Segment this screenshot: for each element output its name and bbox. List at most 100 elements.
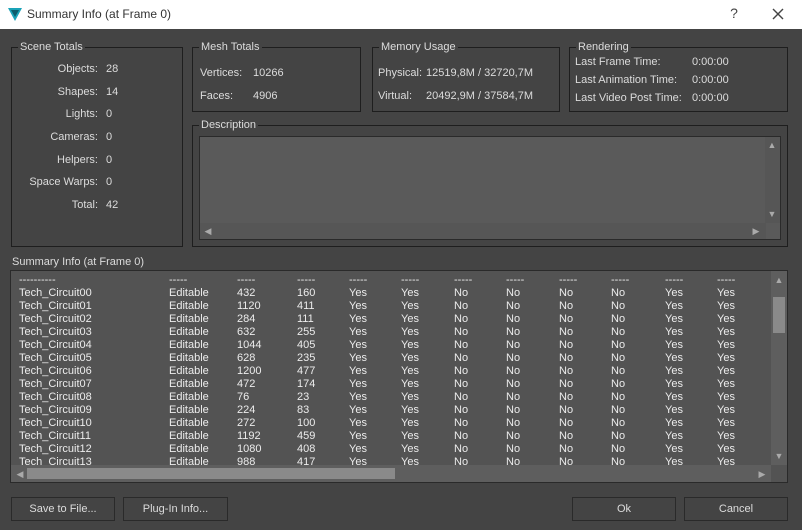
table-row[interactable]: Tech_Circuit07 Editable 472 174 Yes Yes No No No…: [11, 378, 771, 391]
vertices-value: 10266: [253, 67, 284, 79]
table-cell: Yes: [717, 326, 735, 338]
table-cell: Yes: [665, 313, 683, 325]
table-cell: No: [454, 391, 469, 403]
table-cell: Yes: [401, 378, 419, 390]
table-cell: No: [506, 300, 521, 312]
table-row[interactable]: Tech_Circuit02 Editable 284 111 Yes Yes No No No…: [11, 313, 771, 326]
table-cell: No: [454, 326, 469, 338]
table-cell: No: [454, 378, 469, 390]
table-cell: No: [454, 404, 469, 416]
table-cell: Yes: [665, 352, 683, 364]
table-cell: 23: [297, 391, 310, 403]
scroll-up-icon[interactable]: ▲: [774, 275, 784, 285]
physical-label: Physical:: [378, 67, 423, 79]
table-cell: 76: [237, 391, 250, 403]
scroll-up-icon[interactable]: ▲: [767, 140, 777, 150]
scene-totals-value: 28: [106, 63, 119, 75]
table-cell: No: [559, 443, 574, 455]
table-cell: Yes: [349, 391, 367, 403]
table-cell: -----: [169, 274, 188, 286]
close-icon[interactable]: [768, 4, 788, 24]
table-row[interactable]: Tech_Circuit09 Editable 224 83 Yes Yes No No No N…: [11, 404, 771, 417]
table-cell: Yes: [717, 287, 735, 299]
table-cell: Editable: [169, 300, 209, 312]
table-cell: Yes: [717, 352, 735, 364]
summary-info-title: Summary Info (at Frame 0): [12, 256, 145, 268]
table-cell: No: [611, 313, 626, 325]
table-cell: No: [506, 313, 521, 325]
table-cell: No: [611, 378, 626, 390]
table-cell: Yes: [349, 326, 367, 338]
scene-totals-value: 0: [106, 154, 113, 166]
table-cell: Tech_Circuit04: [19, 339, 92, 351]
cancel-button[interactable]: Cancel: [684, 497, 788, 521]
scroll-left-icon[interactable]: ◀: [15, 469, 25, 479]
table-cell: 111: [297, 313, 314, 325]
table-cell: Yes: [349, 378, 367, 390]
summary-horizontal-scrollbar[interactable]: ◀ ▶: [11, 465, 771, 482]
table-row[interactable]: Tech_Circuit08 Editable 76 23 Yes Yes No No No No…: [11, 391, 771, 404]
table-cell: Yes: [717, 443, 735, 455]
separator-row[interactable]: ---------- ----- ----- ----- ----- ----- -----…: [11, 274, 771, 287]
table-cell: Yes: [401, 300, 419, 312]
table-cell: No: [611, 404, 626, 416]
table-row[interactable]: Tech_Circuit04 Editable 1044 405 Yes Yes No No N…: [11, 339, 771, 352]
table-row[interactable]: Tech_Circuit03 Editable 632 255 Yes Yes No No No…: [11, 326, 771, 339]
scroll-down-icon[interactable]: ▼: [767, 209, 777, 219]
table-cell: No: [506, 287, 521, 299]
table-cell: No: [454, 313, 469, 325]
scroll-thumb[interactable]: [27, 468, 395, 479]
scene-totals-label: Lights:: [65, 108, 98, 120]
table-cell: Editable: [169, 378, 209, 390]
table-cell: Tech_Circuit12: [19, 443, 92, 455]
description-horizontal-scrollbar[interactable]: ◀ ▶: [200, 223, 766, 239]
table-cell: Yes: [665, 417, 683, 429]
ok-button[interactable]: Ok: [572, 497, 676, 521]
table-row[interactable]: Tech_Circuit06 Editable 1200 477 Yes Yes No No N…: [11, 365, 771, 378]
table-row[interactable]: Tech_Circuit00 Editable 432 160 Yes Yes No No No…: [11, 287, 771, 300]
table-cell: No: [506, 417, 521, 429]
table-cell: 628: [237, 352, 256, 364]
table-row[interactable]: Tech_Circuit01 Editable 1120 411 Yes Yes No No N…: [11, 300, 771, 313]
window-title: Summary Info (at Frame 0): [27, 7, 172, 21]
table-cell: 405: [297, 339, 316, 351]
table-cell: No: [559, 430, 574, 442]
table-cell: Yes: [401, 417, 419, 429]
table-cell: No: [506, 391, 521, 403]
table-cell: Editable: [169, 287, 209, 299]
scroll-right-icon[interactable]: ▶: [751, 226, 761, 236]
scene-totals-label: Space Warps:: [29, 176, 98, 188]
table-cell: Yes: [717, 417, 735, 429]
table-cell: -----: [349, 274, 368, 286]
description-title: Description: [199, 118, 259, 132]
table-row[interactable]: Tech_Circuit12 Editable 1080 408 Yes Yes No No N…: [11, 443, 771, 456]
scene-totals-label: Shapes:: [57, 86, 98, 98]
table-cell: Yes: [665, 430, 683, 442]
table-cell: Yes: [349, 430, 367, 442]
table-cell: Yes: [401, 443, 419, 455]
scroll-thumb[interactable]: [773, 297, 785, 333]
description-textarea[interactable]: ▲ ▼ ◀ ▶: [199, 136, 781, 240]
vertices-label: Vertices:: [200, 67, 243, 79]
plug-in-info-button[interactable]: Plug-In Info...: [123, 497, 228, 521]
scene-totals-group: Scene Totals: [11, 40, 183, 247]
summary-info-list[interactable]: ---------- ----- ----- ----- ----- ----- -----…: [10, 270, 788, 483]
table-row[interactable]: Tech_Circuit10 Editable 272 100 Yes Yes No No No…: [11, 417, 771, 430]
table-row[interactable]: Tech_Circuit11 Editable 1192 459 Yes Yes No No N…: [11, 430, 771, 443]
summary-vertical-scrollbar[interactable]: ▲ ▼: [771, 271, 787, 465]
table-cell: No: [559, 313, 574, 325]
scroll-down-icon[interactable]: ▼: [774, 451, 784, 461]
table-cell: No: [559, 417, 574, 429]
scene-totals-label: Objects:: [57, 63, 98, 75]
table-cell: No: [611, 326, 626, 338]
scroll-left-icon[interactable]: ◀: [203, 226, 213, 236]
table-cell: Editable: [169, 430, 209, 442]
help-button[interactable]: ?: [727, 3, 741, 23]
save-to-file-button[interactable]: Save to File...: [11, 497, 115, 521]
description-vertical-scrollbar[interactable]: ▲ ▼: [765, 137, 780, 223]
table-row[interactable]: Tech_Circuit05 Editable 628 235 Yes Yes No No No…: [11, 352, 771, 365]
table-cell: No: [454, 365, 469, 377]
table-cell: No: [506, 326, 521, 338]
scroll-right-icon[interactable]: ▶: [757, 469, 767, 479]
last-animation-time-label: Last Animation Time:: [575, 74, 678, 86]
